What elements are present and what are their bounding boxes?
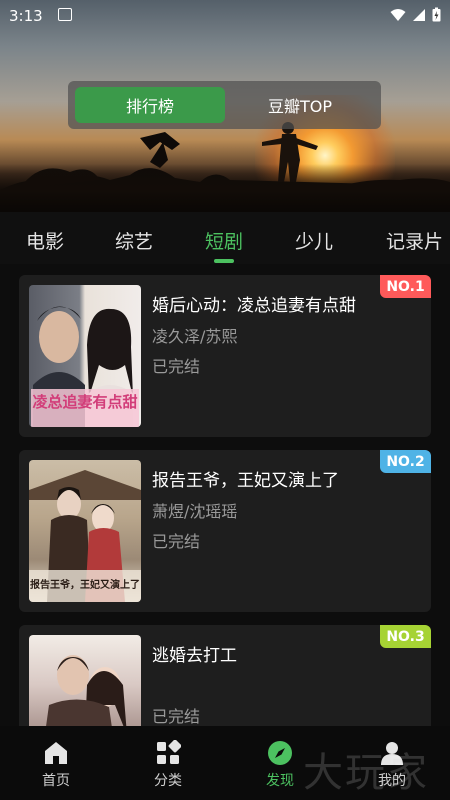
hero-ground bbox=[0, 164, 450, 212]
nav-home[interactable]: 首页 bbox=[16, 726, 96, 800]
segment-ranking[interactable]: 排行榜 bbox=[75, 87, 225, 123]
status-bar: 3:13 bbox=[0, 0, 450, 32]
list-item[interactable]: 凌总追妻有点甜 婚后心动：凌总追妻有点甜 凌久泽/苏熙 已完结 NO.1 bbox=[19, 275, 431, 437]
image-notification-icon bbox=[58, 8, 72, 21]
drama-title: 婚后心动：凌总追妻有点甜 bbox=[152, 296, 356, 316]
battery-icon bbox=[432, 7, 441, 22]
tab-short-drama[interactable]: 短剧 bbox=[205, 227, 243, 254]
compass-icon bbox=[268, 741, 292, 765]
wifi-icon bbox=[390, 8, 406, 21]
nav-home-label: 首页 bbox=[42, 773, 70, 789]
nav-category-label: 分类 bbox=[154, 773, 182, 789]
drama-status: 已完结 bbox=[152, 357, 201, 376]
rank-badge: NO.1 bbox=[380, 275, 431, 298]
tab-movie[interactable]: 电影 bbox=[26, 227, 64, 254]
poster-title-text: 报告王爷，王妃又演上了 bbox=[30, 578, 140, 591]
active-tab-indicator bbox=[214, 259, 234, 263]
tab-kids[interactable]: 少儿 bbox=[295, 227, 333, 254]
poster-image: 报告王爷，王妃又演上了 bbox=[29, 460, 141, 602]
rank-badge: NO.3 bbox=[380, 625, 431, 648]
tab-variety[interactable]: 综艺 bbox=[115, 227, 153, 254]
drama-title: 逃婚去打工 bbox=[152, 646, 237, 666]
drama-actors: 萧煜/沈瑶瑶 bbox=[152, 502, 238, 521]
ranking-segmented-control: 排行榜 豆瓣TOP bbox=[68, 81, 381, 129]
status-time: 3:13 bbox=[9, 7, 43, 25]
drama-actors: 凌久泽/苏熙 bbox=[152, 327, 238, 346]
drama-title: 报告王爷，王妃又演上了 bbox=[152, 471, 339, 491]
drama-status: 已完结 bbox=[152, 532, 201, 551]
tab-documentary[interactable]: 记录片 bbox=[386, 227, 443, 254]
status-icons bbox=[390, 7, 441, 22]
drama-status: 已完结 bbox=[152, 707, 201, 726]
poster-image: 凌总追妻有点甜 bbox=[29, 285, 141, 427]
signal-icon bbox=[413, 8, 425, 21]
rank-badge: NO.2 bbox=[380, 450, 431, 473]
list-item[interactable]: 报告王爷，王妃又演上了 报告王爷，王妃又演上了 萧煜/沈瑶瑶 已完结 NO.2 bbox=[19, 450, 431, 612]
watermark-text: 大玩家 bbox=[303, 750, 429, 796]
nav-category[interactable]: 分类 bbox=[128, 726, 208, 800]
poster-title-text: 凌总追妻有点甜 bbox=[32, 393, 137, 411]
category-tabs: 电影 综艺 短剧 少儿 记录片 bbox=[0, 212, 450, 264]
category-icon bbox=[157, 740, 181, 764]
home-icon bbox=[45, 742, 67, 764]
segment-douban-top[interactable]: 豆瓣TOP bbox=[225, 87, 375, 123]
